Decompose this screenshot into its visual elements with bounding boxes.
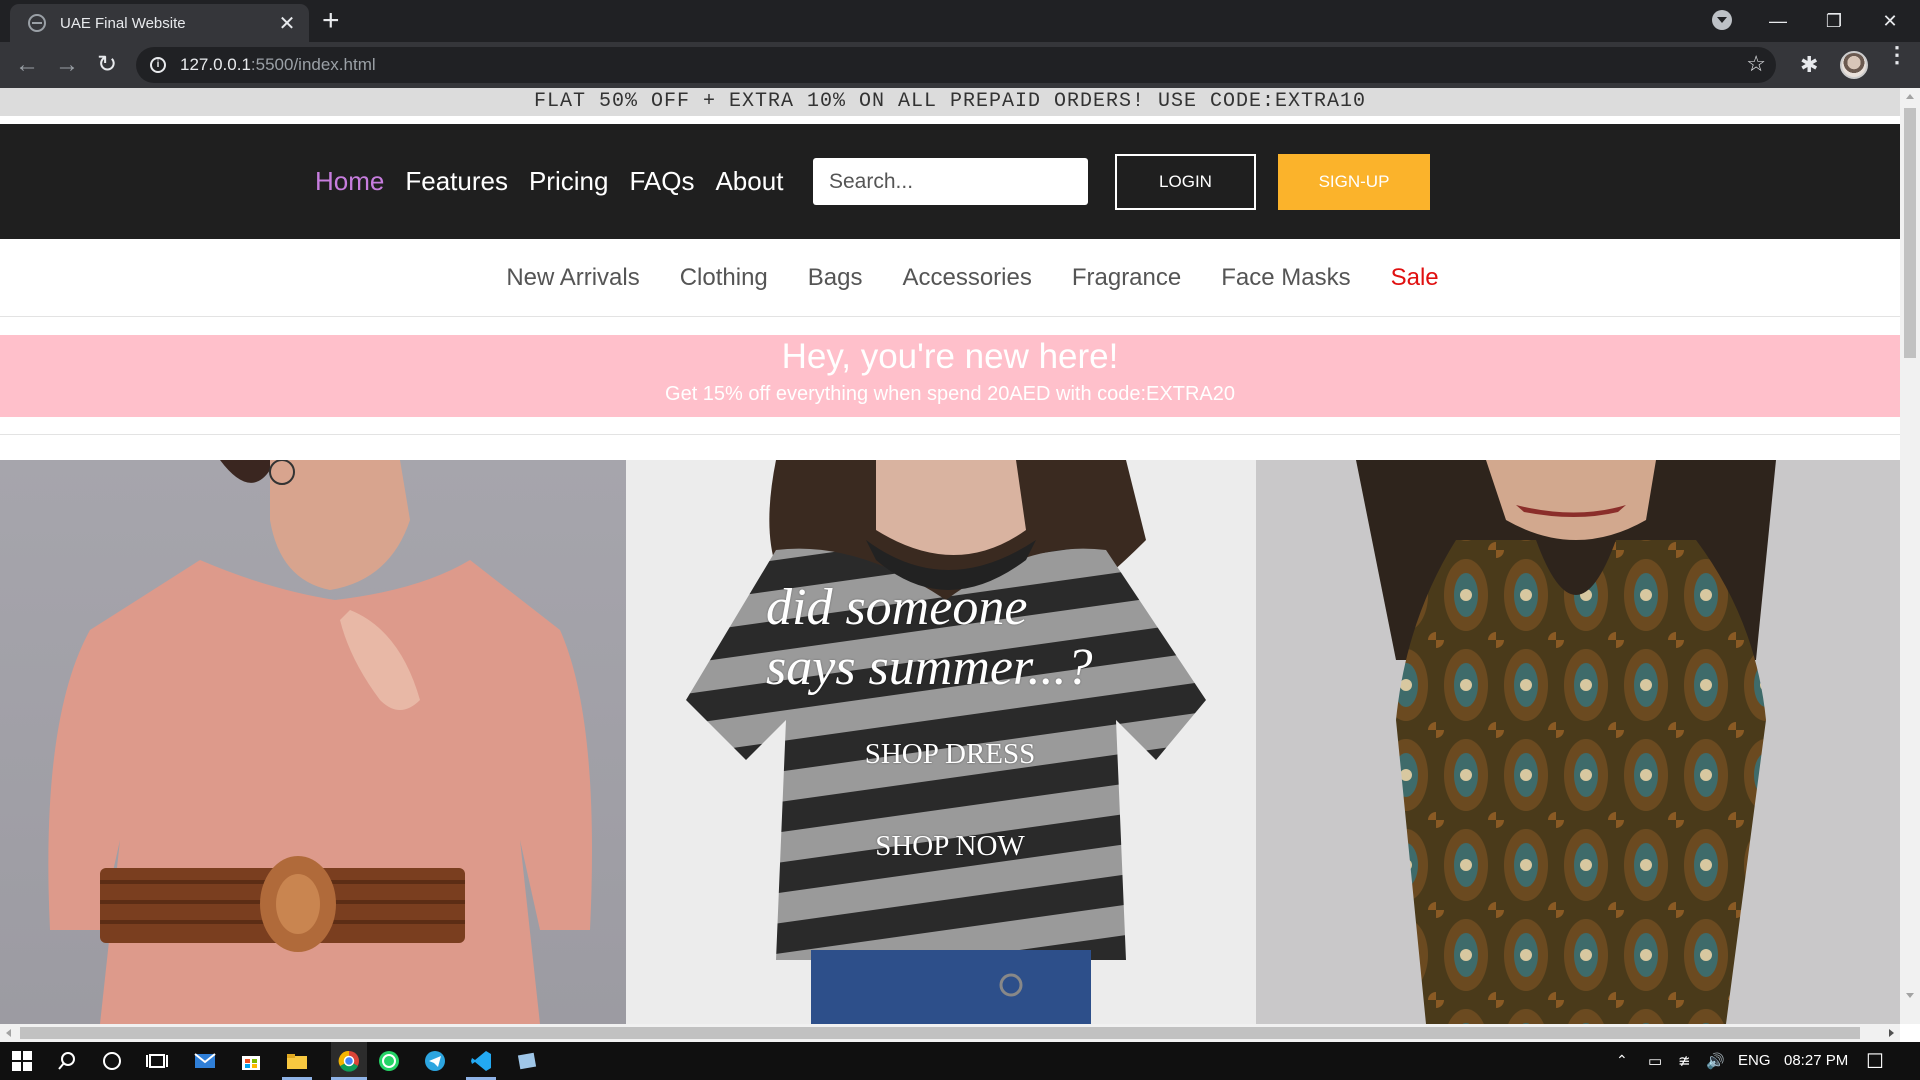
notes-icon[interactable]	[514, 1048, 540, 1074]
page-viewport: FLAT 50% OFF + EXTRA 10% ON ALL PREPAID …	[0, 88, 1900, 1024]
hero-line-2: says summer...?	[766, 639, 1093, 696]
cortana-icon[interactable]	[99, 1048, 125, 1074]
minimize-button[interactable]: —	[1750, 0, 1806, 42]
tab-close-icon[interactable]: ✕	[277, 11, 297, 36]
tray-chevron-icon[interactable]: ⌃	[1616, 1052, 1628, 1069]
restore-button[interactable]: ❐	[1806, 0, 1862, 42]
address-bar[interactable]: i 127.0.0.1:5500/index.html ☆	[136, 47, 1776, 83]
main-nav: Home Features Pricing FAQs About	[315, 124, 783, 239]
promo-banner: FLAT 50% OFF + EXTRA 10% ON ALL PREPAID …	[0, 88, 1900, 116]
nav-features[interactable]: Features	[405, 166, 508, 197]
tab-search-icon[interactable]	[1712, 10, 1732, 30]
battery-icon[interactable]: ▭	[1648, 1052, 1662, 1070]
telegram-icon[interactable]	[422, 1048, 448, 1074]
nav-home[interactable]: Home	[315, 166, 384, 197]
store-icon[interactable]	[238, 1048, 264, 1074]
browser-toolbar: ← → ↻ i 127.0.0.1:5500/index.html ☆	[0, 42, 1920, 88]
welcome-subtitle: Get 15% off everything when spend 20AED …	[665, 383, 1235, 405]
category-sale[interactable]: Sale	[1391, 264, 1439, 292]
hero-line-1: did someone	[766, 579, 1028, 636]
file-explorer-icon[interactable]	[284, 1048, 310, 1074]
hero-headline: did someone says summer...?	[766, 578, 1092, 698]
browser-tab-bar: UAE Final Website ✕ + — ❐ ✕	[0, 0, 1920, 42]
nav-about[interactable]: About	[715, 166, 783, 197]
scrollbar-thumb[interactable]	[1904, 108, 1916, 358]
nav-pricing[interactable]: Pricing	[529, 166, 608, 197]
scroll-right-icon[interactable]	[1889, 1029, 1894, 1037]
url-host: 127.0.0.1	[180, 55, 251, 74]
category-bags[interactable]: Bags	[808, 264, 863, 292]
task-view-icon[interactable]	[144, 1048, 170, 1074]
login-button[interactable]: LOGIN	[1115, 154, 1256, 210]
avatar[interactable]	[1840, 51, 1868, 79]
notification-icon[interactable]: ☐	[1866, 1049, 1884, 1074]
globe-icon	[28, 14, 46, 32]
divider	[0, 316, 1900, 317]
browser-tab[interactable]: UAE Final Website ✕	[10, 4, 309, 42]
scroll-up-icon[interactable]	[1906, 94, 1914, 99]
mail-icon[interactable]	[192, 1048, 218, 1074]
browser-menu-icon[interactable]: ⋮	[1886, 44, 1908, 66]
vertical-scrollbar[interactable]	[1900, 88, 1920, 1024]
shop-now-link[interactable]: SHOP NOW	[800, 830, 1100, 863]
hero-image-print-top	[1256, 460, 1900, 1024]
reload-icon[interactable]: ↻	[90, 48, 124, 82]
scrollbar-thumb[interactable]	[20, 1027, 1860, 1039]
category-nav: New Arrivals Clothing Bags Accessories F…	[0, 239, 1900, 317]
horizontal-scrollbar[interactable]	[0, 1024, 1900, 1042]
forward-icon[interactable]: →	[50, 48, 84, 82]
category-clothing[interactable]: Clothing	[680, 264, 768, 292]
site-info-icon[interactable]: i	[150, 57, 166, 73]
taskbar: ⌃ ▭ ≇ 🔊 ENG 08:27 PM ☐	[0, 1042, 1920, 1080]
scroll-left-icon[interactable]	[6, 1029, 11, 1037]
welcome-title: Hey, you're new here!	[781, 337, 1119, 376]
language-indicator[interactable]: ENG	[1738, 1052, 1771, 1069]
wifi-icon[interactable]: ≇	[1678, 1052, 1691, 1070]
close-window-button[interactable]: ✕	[1862, 0, 1918, 42]
windows-start-icon[interactable]	[9, 1048, 35, 1074]
search-input[interactable]	[813, 158, 1088, 205]
volume-icon[interactable]: 🔊	[1706, 1052, 1725, 1070]
hero-image-pink-top	[0, 460, 626, 1024]
scroll-down-icon[interactable]	[1906, 993, 1914, 998]
vscode-icon[interactable]	[468, 1048, 494, 1074]
category-accessories[interactable]: Accessories	[902, 264, 1031, 292]
signup-button[interactable]: SIGN-UP	[1278, 154, 1430, 210]
category-fragrance[interactable]: Fragrance	[1072, 264, 1181, 292]
category-new-arrivals[interactable]: New Arrivals	[506, 264, 639, 292]
whatsapp-icon[interactable]	[376, 1048, 402, 1074]
back-icon[interactable]: ←	[10, 48, 44, 82]
tab-title: UAE Final Website	[60, 14, 186, 32]
new-tab-button[interactable]: +	[322, 4, 340, 38]
search-icon[interactable]	[54, 1048, 80, 1074]
clock[interactable]: 08:27 PM	[1784, 1052, 1848, 1069]
category-face-masks[interactable]: Face Masks	[1221, 264, 1350, 292]
extensions-icon[interactable]: ✱	[1800, 52, 1818, 78]
welcome-banner: Hey, you're new here! Get 15% off everyt…	[0, 335, 1900, 417]
divider	[0, 434, 1900, 435]
bookmark-star-icon[interactable]: ☆	[1746, 51, 1766, 77]
chrome-icon[interactable]	[331, 1042, 367, 1080]
site-header: Home Features Pricing FAQs About LOGIN S…	[0, 124, 1900, 239]
url-path: :5500/index.html	[250, 55, 376, 74]
nav-faqs[interactable]: FAQs	[629, 166, 694, 197]
shop-dress-link[interactable]: SHOP DRESS	[800, 738, 1100, 771]
